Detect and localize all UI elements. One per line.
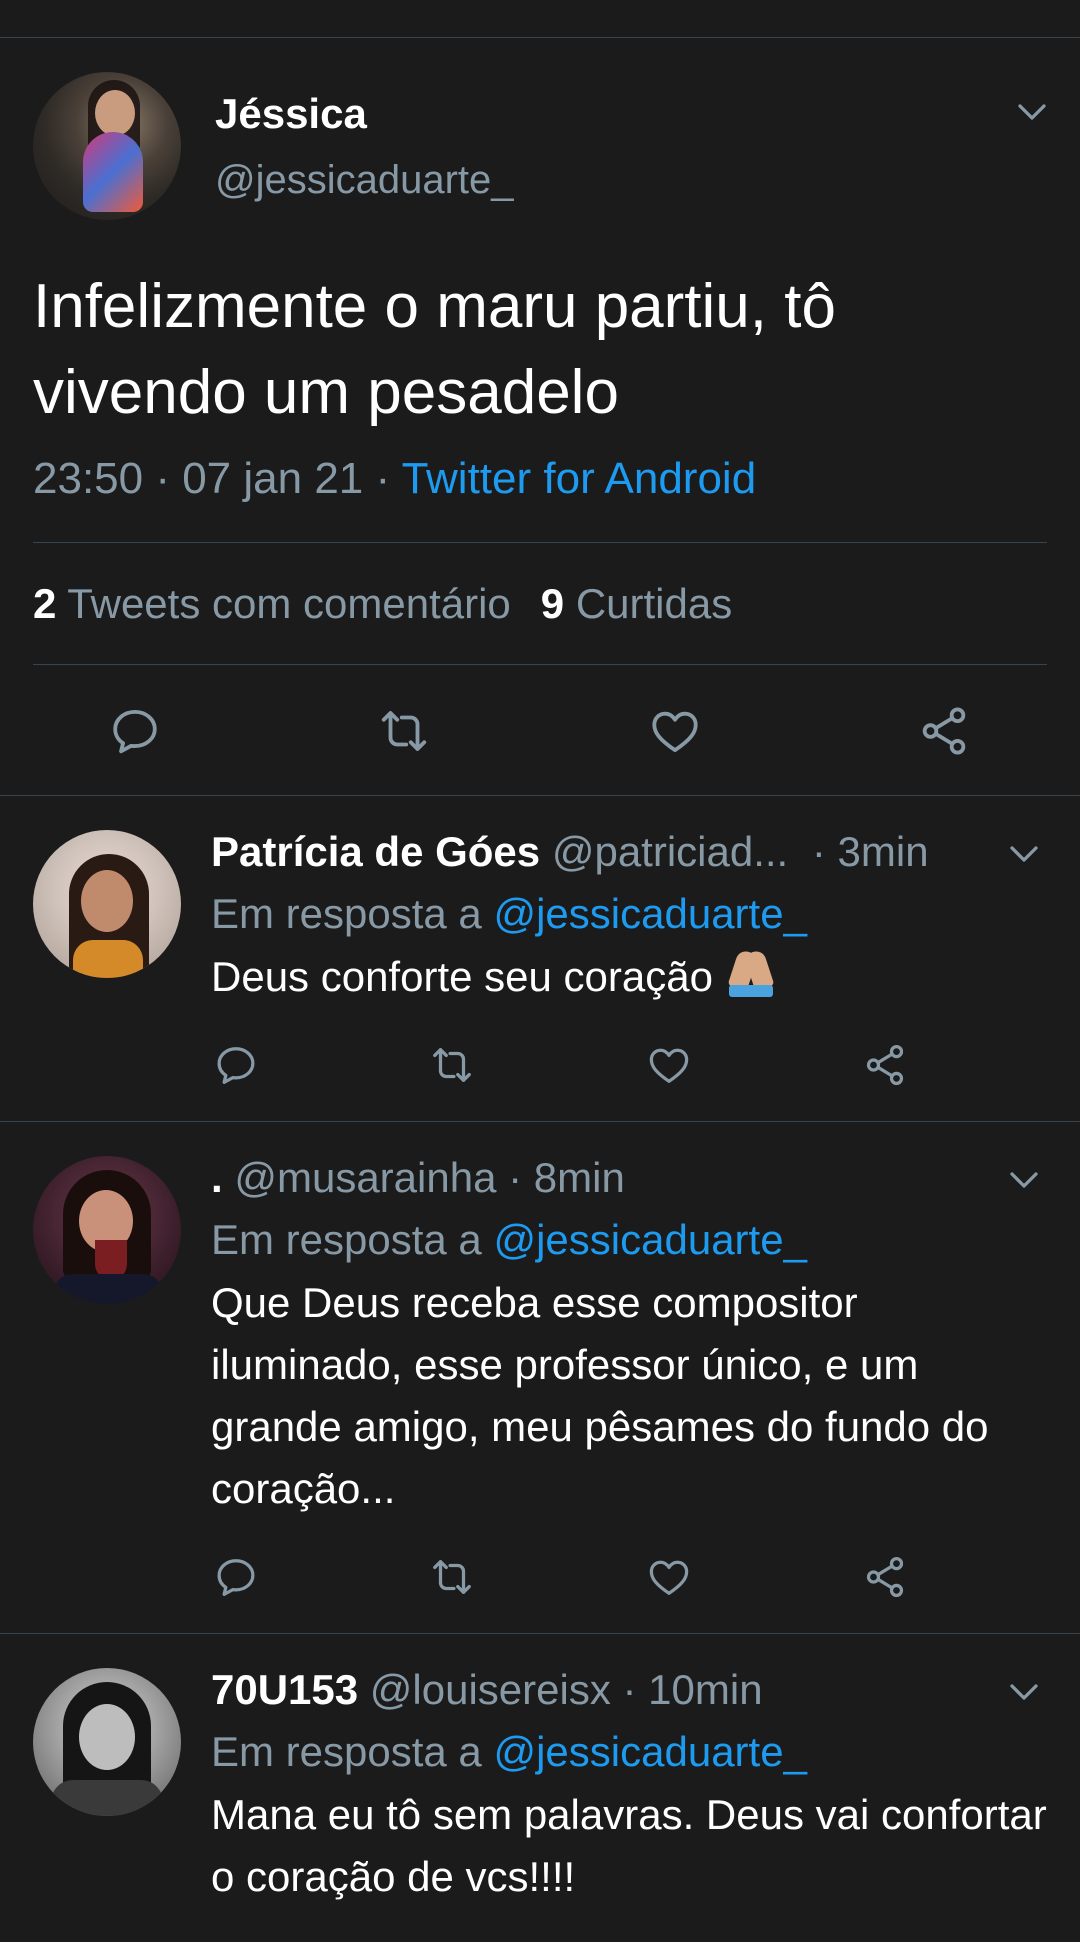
avatar[interactable] bbox=[33, 830, 181, 978]
reply-author-name[interactable]: Patrícia de Góes bbox=[211, 828, 540, 875]
in-reply-to-prefix: Em resposta a bbox=[211, 890, 494, 937]
reply-header: Patrícia de Góes @patriciad... · 3min bbox=[211, 828, 929, 876]
reply-author-handle[interactable]: @musarainha bbox=[234, 1154, 496, 1201]
divider bbox=[33, 542, 1047, 543]
likes-link[interactable]: 9 Curtidas bbox=[541, 580, 732, 627]
reply-actions bbox=[0, 1554, 1080, 1604]
reply-author-handle[interactable]: @louisereisx bbox=[370, 1666, 611, 1713]
main-tweet: Jéssica @jessicaduarte_ Infelizmente o m… bbox=[0, 38, 1080, 796]
tweet-source-link[interactable]: Twitter for Android bbox=[402, 454, 757, 503]
in-reply-to: Em resposta a @jessicaduarte_ bbox=[211, 890, 807, 938]
retweet-icon[interactable] bbox=[377, 704, 431, 758]
reply-tweet[interactable]: Patrícia de Góes @patriciad... · 3min Em… bbox=[0, 796, 1080, 1122]
reply-icon[interactable] bbox=[213, 1042, 259, 1088]
reply-text: Que Deus receba esse compositor iluminad… bbox=[211, 1279, 989, 1512]
share-icon[interactable] bbox=[862, 1042, 908, 1088]
tweet-meta: 23:50 · 07 jan 21 · Twitter for Android bbox=[33, 454, 756, 504]
author-handle[interactable]: @jessicaduarte_ bbox=[215, 158, 514, 203]
reply-header: . @musarainha · 8min bbox=[211, 1154, 625, 1202]
in-reply-to-prefix: Em resposta a bbox=[211, 1728, 494, 1775]
like-icon[interactable] bbox=[646, 1554, 692, 1600]
reply-author-name[interactable]: . bbox=[211, 1154, 223, 1201]
reply-text: Deus conforte seu coração bbox=[211, 953, 725, 1000]
divider bbox=[33, 664, 1047, 665]
quote-count: 2 bbox=[33, 580, 57, 627]
in-reply-to: Em resposta a @jessicaduarte_ bbox=[211, 1728, 807, 1776]
reply-header: 70U153 @louisereisx · 10min bbox=[211, 1666, 763, 1714]
retweet-icon[interactable] bbox=[429, 1042, 475, 1088]
share-icon[interactable] bbox=[917, 704, 971, 758]
mention-link[interactable]: @jessicaduarte_ bbox=[493, 890, 806, 937]
like-icon[interactable] bbox=[646, 1042, 692, 1088]
reply-author-name[interactable]: 70U153 bbox=[211, 1666, 358, 1713]
tweet-actions bbox=[0, 698, 1080, 768]
reply-icon[interactable] bbox=[108, 704, 162, 758]
mention-link[interactable]: @jessicaduarte_ bbox=[493, 1728, 806, 1775]
mention-link[interactable]: @jessicaduarte_ bbox=[493, 1216, 806, 1263]
chevron-down-icon[interactable] bbox=[1014, 94, 1050, 130]
reply-time: · 10min bbox=[610, 1666, 763, 1713]
chevron-down-icon[interactable] bbox=[1006, 1162, 1042, 1198]
in-reply-to: Em resposta a @jessicaduarte_ bbox=[211, 1216, 807, 1264]
share-icon[interactable] bbox=[862, 1554, 908, 1600]
retweet-icon[interactable] bbox=[429, 1554, 475, 1600]
reply-time: · 3min bbox=[800, 828, 929, 875]
quote-label: Tweets com comentário bbox=[67, 580, 511, 627]
tweet-text: Infelizmente o maru partiu, tô vivendo u… bbox=[33, 272, 836, 427]
quote-tweets-link[interactable]: 2 Tweets com comentário bbox=[33, 580, 511, 627]
like-icon[interactable] bbox=[648, 704, 702, 758]
tweet-timestamp: 23:50 · 07 jan 21 · bbox=[33, 454, 402, 503]
like-label: Curtidas bbox=[575, 580, 733, 627]
reply-tweet[interactable]: . @musarainha · 8min Em resposta a @jess… bbox=[0, 1122, 1080, 1634]
chevron-down-icon[interactable] bbox=[1006, 1674, 1042, 1710]
reply-actions bbox=[0, 1042, 1080, 1092]
avatar[interactable] bbox=[33, 72, 181, 220]
reply-time: · 8min bbox=[496, 1154, 625, 1201]
reply-tweet[interactable]: 70U153 @louisereisx · 10min Em resposta … bbox=[0, 1634, 1080, 1942]
reply-text: Mana eu tô sem palavras. Deus vai confor… bbox=[211, 1791, 1047, 1900]
avatar[interactable] bbox=[33, 1668, 181, 1816]
avatar[interactable] bbox=[33, 1156, 181, 1304]
reply-icon[interactable] bbox=[213, 1554, 259, 1600]
like-count: 9 bbox=[540, 580, 565, 627]
author-name[interactable]: Jéssica bbox=[215, 90, 367, 138]
folded-hands-emoji bbox=[725, 948, 777, 997]
chevron-down-icon[interactable] bbox=[1006, 836, 1042, 872]
tweet-stats: 2 Tweets com comentário 9 Curtidas bbox=[33, 580, 732, 628]
reply-text-container: Deus conforte seu coração bbox=[211, 946, 1051, 1008]
reply-author-handle[interactable]: @patriciad... bbox=[552, 828, 788, 875]
in-reply-to-prefix: Em resposta a bbox=[211, 1216, 494, 1263]
